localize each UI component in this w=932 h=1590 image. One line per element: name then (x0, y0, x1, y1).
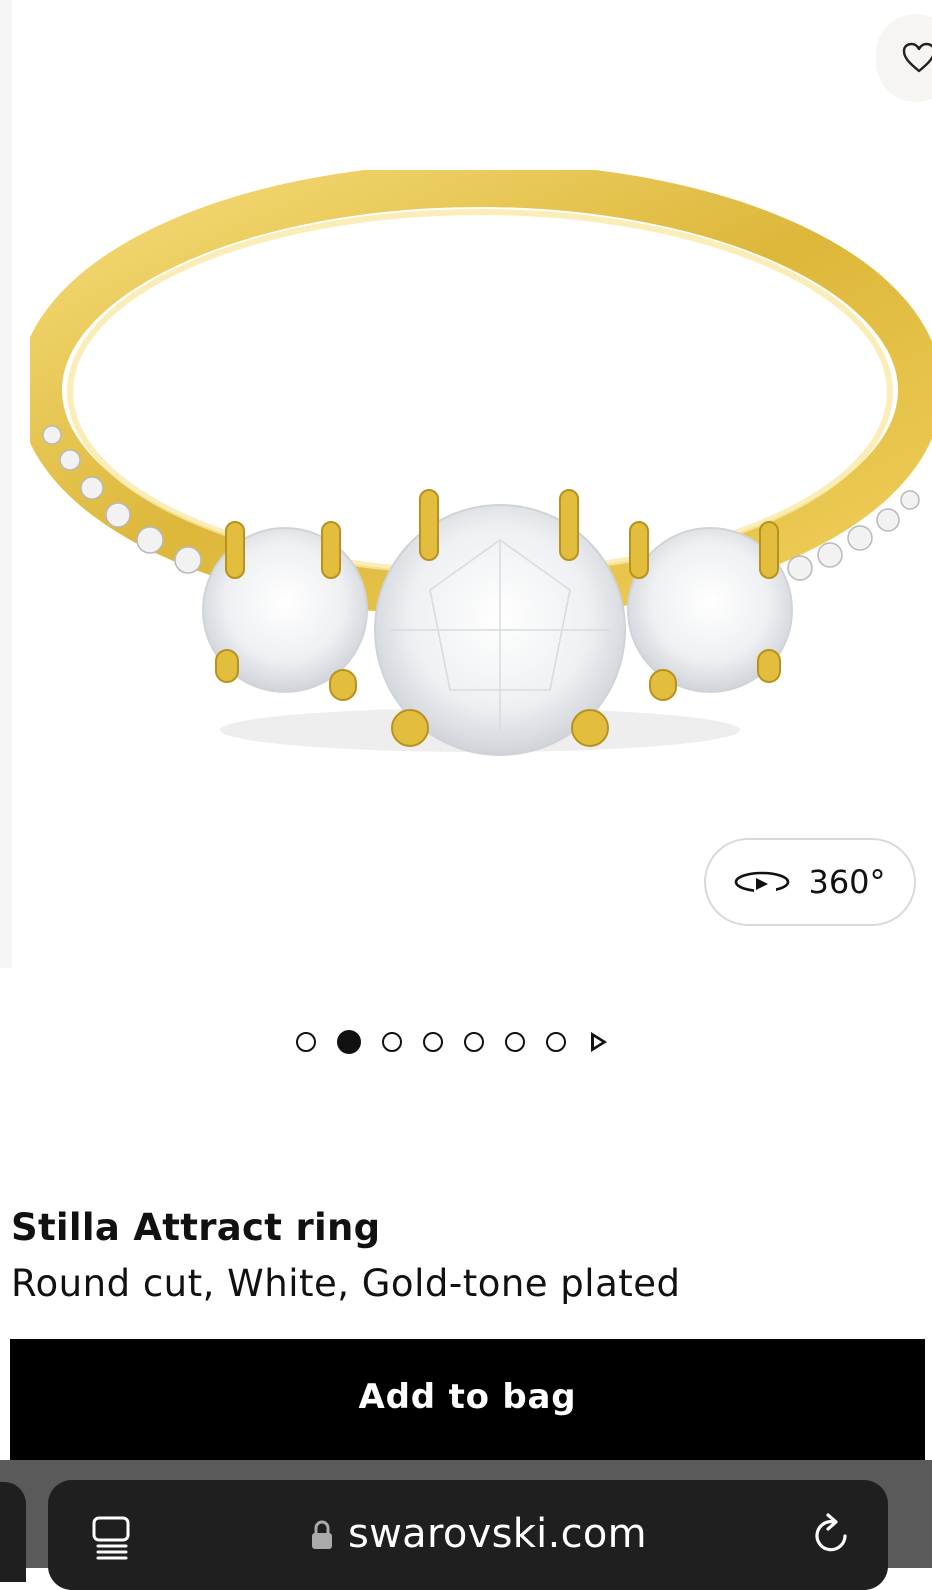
product-image[interactable] (18, 163, 932, 780)
carousel-dot[interactable] (423, 1032, 443, 1052)
heart-icon (902, 42, 932, 73)
carousel-indicators (296, 1030, 607, 1054)
carousel-dot[interactable] (546, 1032, 566, 1052)
gallery-edge (0, 0, 12, 968)
carousel-dot[interactable] (296, 1032, 316, 1052)
rotate-360-icon (735, 871, 790, 893)
tabs-icon[interactable] (92, 1516, 132, 1564)
url-text[interactable]: swarovski.com (348, 1511, 647, 1557)
reload-icon[interactable] (812, 1512, 852, 1560)
view-360-label: 360° (808, 863, 886, 901)
play-video-icon[interactable] (591, 1032, 607, 1052)
wishlist-button[interactable] (876, 14, 932, 102)
add-to-bag-button[interactable]: Add to bag (10, 1339, 925, 1461)
carousel-dot[interactable] (505, 1032, 525, 1052)
lock-icon (311, 1520, 333, 1554)
view-360-button[interactable]: 360° (704, 838, 916, 926)
carousel-dot[interactable] (464, 1032, 484, 1052)
carousel-dot[interactable] (382, 1032, 402, 1052)
carousel-dot-active[interactable] (337, 1030, 361, 1054)
product-media-gallery[interactable]: 360° (0, 0, 932, 968)
previous-tab-edge[interactable] (0, 1482, 26, 1582)
product-variant-description: Round cut, White, Gold-tone plated (11, 1262, 681, 1305)
product-title: Stilla Attract ring (11, 1206, 381, 1249)
